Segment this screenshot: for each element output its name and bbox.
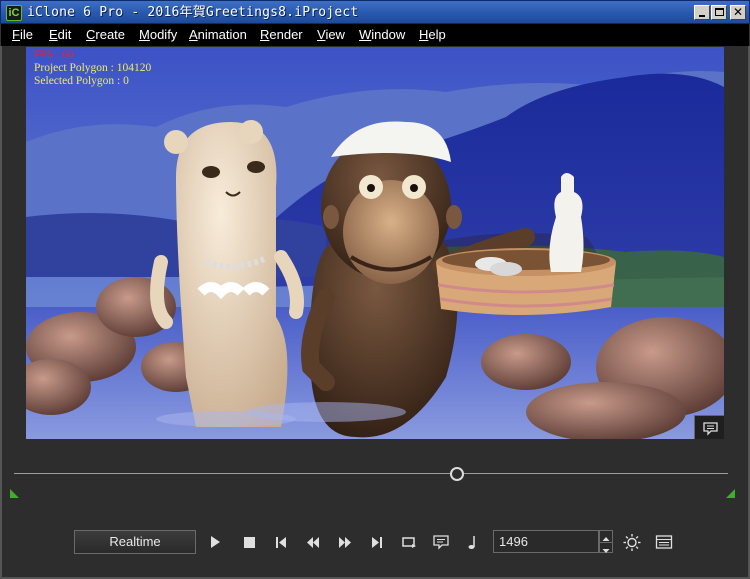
panel-icon <box>655 535 673 549</box>
music-button[interactable] <box>463 532 483 552</box>
minimize-icon <box>699 15 705 17</box>
range-start-marker[interactable] <box>10 489 19 498</box>
range-end-marker[interactable] <box>726 489 735 498</box>
skip-to-start-button[interactable] <box>271 532 291 552</box>
viewport-stats: FPS : 60 Project Polygon : 104120 Select… <box>34 49 151 88</box>
skip-to-start-icon <box>276 537 286 548</box>
minimize-button[interactable] <box>694 5 710 20</box>
stop-button[interactable] <box>239 532 259 552</box>
menu-file[interactable]: File <box>12 27 33 43</box>
menu-view[interactable]: View <box>317 27 345 43</box>
play-button[interactable] <box>205 532 225 552</box>
realtime-dropdown[interactable]: Realtime <box>74 530 196 554</box>
maximize-button[interactable] <box>711 5 727 20</box>
window-title: iClone 6 Pro - 2016年賀Greetings8.iProject <box>27 5 359 20</box>
fps-readout: FPS : 60 <box>34 49 74 61</box>
fast-forward-icon <box>339 537 351 548</box>
music-note-icon <box>468 536 475 549</box>
iclone-app-icon[interactable]: iC <box>6 5 22 21</box>
brightness-icon <box>623 534 641 551</box>
title-bar: iC iClone 6 Pro - 2016年賀Greetings8.iProj… <box>0 0 750 24</box>
menu-window[interactable]: Window <box>359 27 405 43</box>
frame-increment-button[interactable] <box>600 531 612 541</box>
menu-animation[interactable]: Animation <box>189 27 247 43</box>
fast-forward-button[interactable] <box>335 532 355 552</box>
loop-icon <box>402 537 416 548</box>
menu-render[interactable]: Render <box>260 27 303 43</box>
menu-modify[interactable]: Modify <box>139 27 177 43</box>
close-button[interactable]: ✕ <box>730 5 746 20</box>
play-icon <box>211 536 220 548</box>
rewind-icon <box>307 537 319 548</box>
project-polygon-readout: Project Polygon : 104120 <box>34 62 152 74</box>
frame-spinner[interactable] <box>599 530 613 553</box>
viewport-chat-button[interactable] <box>694 415 724 439</box>
menu-bar: File Edit Create Modify Animation Render… <box>0 24 750 46</box>
skip-to-end-icon <box>372 537 382 548</box>
frame-decrement-button[interactable] <box>600 542 612 553</box>
timeline-playhead[interactable] <box>449 467 464 481</box>
subtitle-icon <box>433 535 449 550</box>
frame-number-input[interactable]: 1496 <box>493 530 599 553</box>
menu-help[interactable]: Help <box>419 27 446 43</box>
panel-button[interactable] <box>654 532 674 552</box>
menu-create[interactable]: Create <box>86 27 125 43</box>
loop-button[interactable] <box>399 532 419 552</box>
scene-render <box>26 47 724 439</box>
timeline-track[interactable] <box>14 473 728 474</box>
speech-bubble-icon <box>703 422 718 436</box>
stop-icon <box>244 537 255 548</box>
menu-edit[interactable]: Edit <box>49 27 71 43</box>
brightness-button[interactable] <box>622 532 642 552</box>
subtitle-button[interactable] <box>431 532 451 552</box>
3d-viewport[interactable]: FPS : 60 Project Polygon : 104120 Select… <box>26 47 724 439</box>
close-icon: ✕ <box>732 5 744 19</box>
skip-to-end-button[interactable] <box>367 532 387 552</box>
rewind-button[interactable] <box>303 532 323 552</box>
maximize-icon <box>715 8 724 16</box>
selected-polygon-readout: Selected Polygon : 0 <box>34 75 129 87</box>
triangle-down-icon <box>602 549 610 553</box>
